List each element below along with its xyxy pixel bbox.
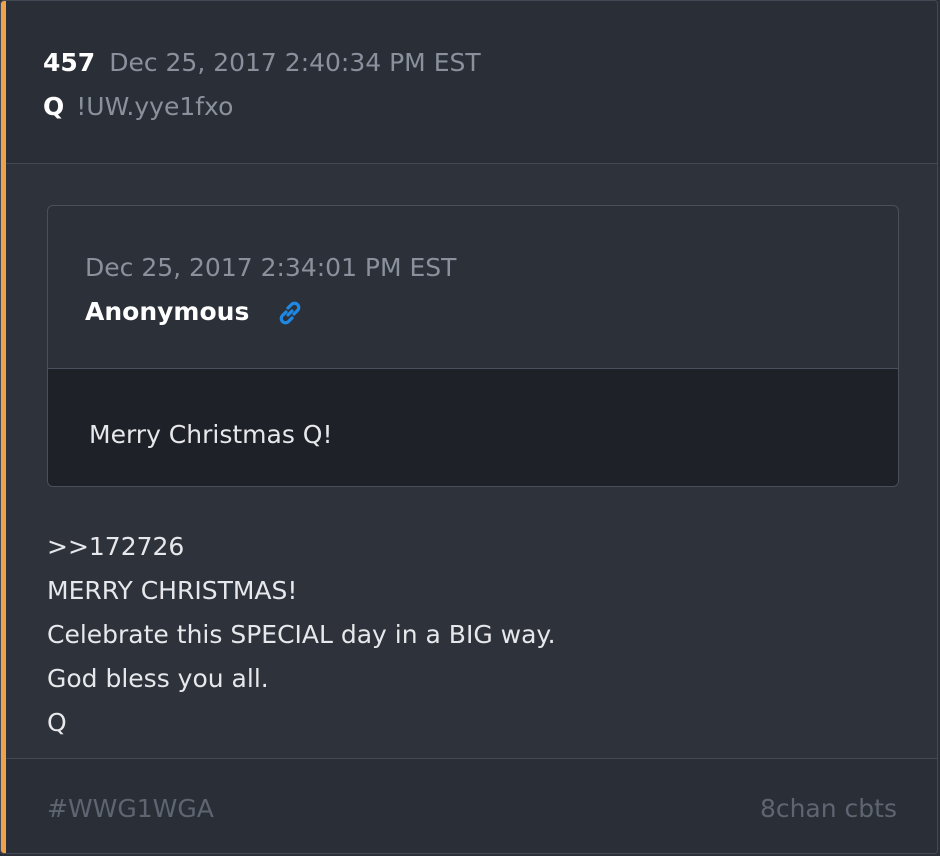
author-line: Q !UW.yye1fxo [43, 91, 233, 123]
source-label: 8chan cbts [759, 794, 897, 823]
message-line: MERRY CHRISTMAS! [47, 576, 298, 605]
post-author: Q [43, 92, 65, 121]
post-number: 457 [43, 48, 96, 77]
quoted-post-author-line: Anonymous [85, 296, 305, 328]
quoted-post-body: Merry Christmas Q! [48, 369, 898, 486]
quoted-post-author: Anonymous [85, 297, 250, 326]
quoted-post-text: Merry Christmas Q! [89, 420, 333, 449]
post-message: >>172726 MERRY CHRISTMAS! Celebrate this… [47, 525, 556, 745]
post-date: Dec 25, 2017 2:40:34 PM EST [109, 48, 481, 77]
message-line: Celebrate this SPECIAL day in a BIG way. [47, 620, 556, 649]
hashtag: #WWG1WGA [47, 794, 214, 823]
link-icon[interactable] [275, 298, 305, 328]
message-line: God bless you all. [47, 664, 269, 693]
quoted-post-header: Dec 25, 2017 2:34:01 PM EST Anonymous [48, 206, 898, 369]
tripcode: !UW.yye1fxo [76, 92, 234, 121]
message-line: Q [47, 708, 67, 737]
quoted-post-date: Dec 25, 2017 2:34:01 PM EST [85, 253, 457, 282]
quoted-post: Dec 25, 2017 2:34:01 PM EST Anonymous Me… [47, 205, 899, 487]
post-footer: #WWG1WGA 8chan cbts [6, 758, 937, 853]
post-card: 457 Dec 25, 2017 2:40:34 PM EST Q !UW.yye1… [0, 0, 938, 854]
post-meta-line: 457 Dec 25, 2017 2:40:34 PM EST [43, 47, 481, 79]
reply-link[interactable]: >>172726 [47, 525, 556, 569]
post-header: 457 Dec 25, 2017 2:40:34 PM EST Q !UW.yye1… [6, 1, 937, 164]
